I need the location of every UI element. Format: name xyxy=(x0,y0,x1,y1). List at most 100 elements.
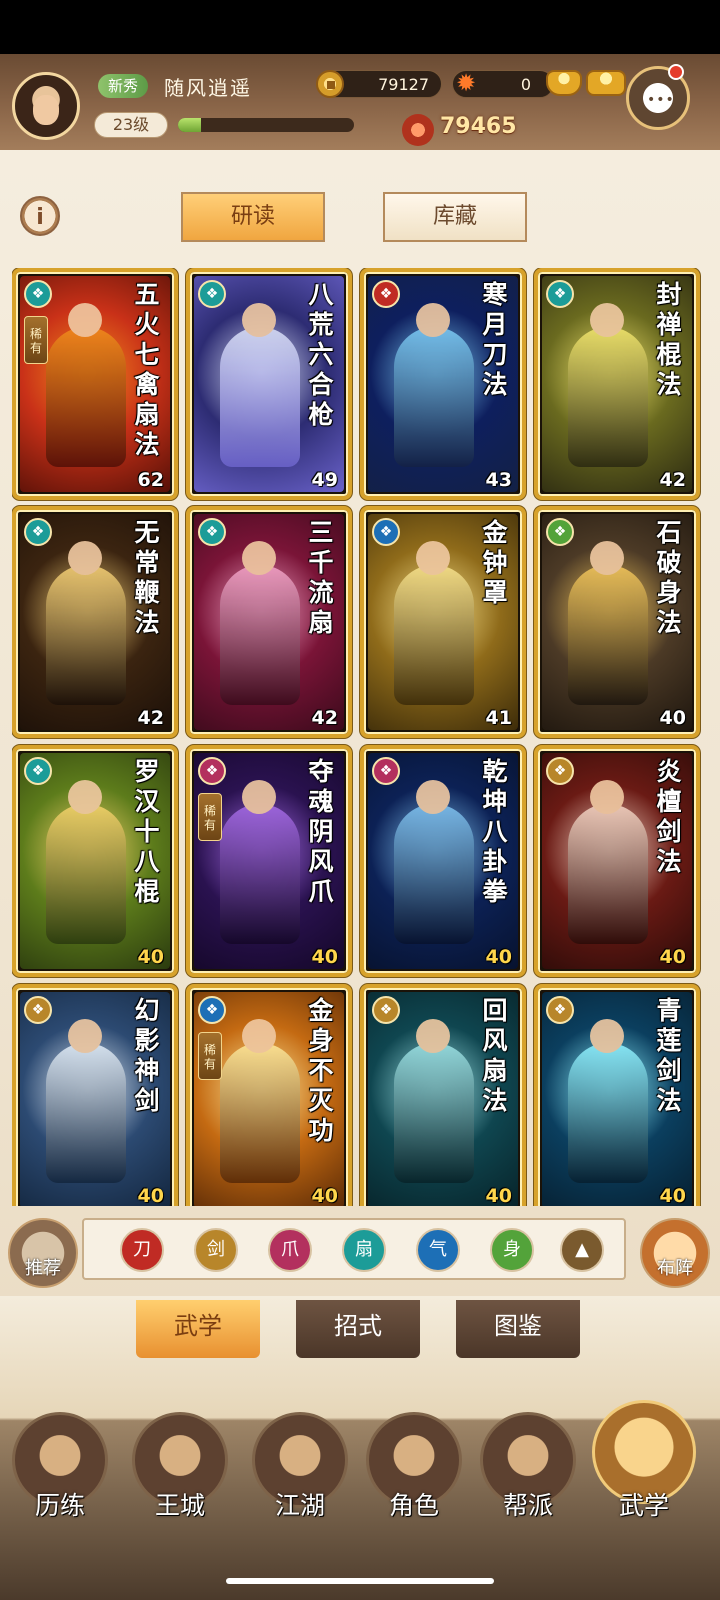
skill-card[interactable]: ❖ 金钟罩 41 xyxy=(360,506,526,738)
skill-card-level: 40 xyxy=(137,946,164,968)
skill-type-icon: ❖ xyxy=(546,518,574,546)
warrior-figure xyxy=(46,541,126,705)
rare-tag: 稀有 xyxy=(24,316,48,364)
chat-bubble-icon: ••• xyxy=(647,92,675,108)
skill-card[interactable]: ❖ 稀有 夺魂阴风爪 40 xyxy=(186,745,352,977)
nav-item-3[interactable]: 角色 xyxy=(362,1400,466,1530)
nav-label: 王城 xyxy=(154,1491,205,1520)
gold-ingot-icon xyxy=(546,70,582,96)
subtab-martial-arts[interactable]: 武学 xyxy=(136,1300,260,1358)
formation-button[interactable]: 布阵 xyxy=(640,1218,710,1288)
skill-card[interactable]: ❖ 炎檀剑法 40 xyxy=(534,745,700,977)
player-avatar[interactable] xyxy=(12,72,80,140)
skill-type-icon: ❖ xyxy=(372,518,400,546)
skill-card-level: 40 xyxy=(485,946,512,968)
skill-card[interactable]: ❖ 幻影神剑 40 xyxy=(12,984,178,1206)
skill-card-title: 寒月刀法 xyxy=(482,280,508,399)
leaf-icon[interactable]: 身 xyxy=(490,1228,534,1272)
nav-label: 角色 xyxy=(388,1491,439,1520)
swirl-icon[interactable]: 气 xyxy=(416,1228,460,1272)
info-button[interactable]: i xyxy=(20,196,60,236)
skill-type-icon: ❖ xyxy=(24,757,52,785)
formation-label: 布阵 xyxy=(657,1258,693,1279)
recommend-button[interactable]: 推荐 xyxy=(8,1218,78,1288)
skill-card-title: 三千流扇 xyxy=(308,518,334,637)
blade-icon[interactable]: 刀 xyxy=(120,1228,164,1272)
flame-gem-icon: ✹ xyxy=(455,69,477,97)
skill-card[interactable]: ❖ 三千流扇 42 xyxy=(186,506,352,738)
claw-icon[interactable]: 爪 xyxy=(268,1228,312,1272)
nav-item-2[interactable]: 江湖 xyxy=(248,1400,352,1530)
warrior-figure xyxy=(394,303,474,467)
skill-card[interactable]: ❖ 石破身法 40 xyxy=(534,506,700,738)
recommend-label: 推荐 xyxy=(25,1258,61,1279)
rare-tag: 稀有 xyxy=(198,1032,222,1080)
skill-card-level: 40 xyxy=(659,1185,686,1206)
coins-value: 79127 xyxy=(378,75,429,94)
player-nickname: 随风逍遥 xyxy=(164,76,252,100)
skill-card-level: 40 xyxy=(311,1185,338,1206)
nav-item-5[interactable]: 武学 xyxy=(592,1400,696,1530)
tab-library[interactable]: 库藏 xyxy=(383,192,527,242)
skill-card-title: 夺魂阴风爪 xyxy=(308,757,334,906)
skill-card[interactable]: ❖ 寒月刀法 43 xyxy=(360,268,526,500)
skill-card-level: 41 xyxy=(485,707,512,729)
skill-card[interactable]: ❖ 无常鞭法 42 xyxy=(12,506,178,738)
status-bar xyxy=(0,0,720,54)
skill-type-icon: ❖ xyxy=(24,280,52,308)
skill-card-level: 40 xyxy=(137,1185,164,1206)
skill-card[interactable]: ❖ 乾坤八卦拳 40 xyxy=(360,745,526,977)
gems-value: 0 xyxy=(520,75,531,94)
skill-type-icon: ❖ xyxy=(24,996,52,1024)
fan-icon[interactable]: 扇 xyxy=(342,1228,386,1272)
nav-item-1[interactable]: 王城 xyxy=(128,1400,232,1530)
warrior-figure xyxy=(394,1019,474,1183)
skill-card-title: 炎檀剑法 xyxy=(656,757,682,876)
skill-card-level: 40 xyxy=(659,946,686,968)
skill-card[interactable]: ❖ 稀有 金身不灭功 40 xyxy=(186,984,352,1206)
xp-fill xyxy=(178,118,201,132)
skill-card[interactable]: ❖ 青莲剑法 40 xyxy=(534,984,700,1206)
rare-tag: 稀有 xyxy=(198,793,222,841)
warrior-figure xyxy=(568,1019,648,1183)
sword-icon[interactable]: 剑 xyxy=(194,1228,238,1272)
avatar-face xyxy=(33,95,59,125)
up-arrow-icon[interactable]: ▲ xyxy=(560,1228,604,1272)
tab-study[interactable]: 研读 xyxy=(181,192,325,242)
skill-card-title: 金身不灭功 xyxy=(308,996,334,1145)
skill-card[interactable]: ❖ 八荒六合枪 49 xyxy=(186,268,352,500)
warrior-figure xyxy=(568,541,648,705)
subtab-moves[interactable]: 招式 xyxy=(296,1300,420,1358)
skill-card-level: 62 xyxy=(137,469,164,491)
skill-card-title: 乾坤八卦拳 xyxy=(482,757,508,906)
subtab-codex[interactable]: 图鉴 xyxy=(456,1300,580,1358)
skill-card-level: 42 xyxy=(137,707,164,729)
skill-card[interactable]: ❖ 封禅棍法 42 xyxy=(534,268,700,500)
skill-card[interactable]: ❖ 稀有 五火七禽扇法 62 xyxy=(12,268,178,500)
warrior-figure xyxy=(46,1019,126,1183)
skill-card-grid: ❖ 稀有 五火七禽扇法 62 ❖ 八荒六合枪 49 ❖ 寒月刀法 43 ❖ 封禅棍法 42 ❖ 无常鞭法 42… xyxy=(12,268,708,1206)
gold-ingot-icon-2 xyxy=(586,70,626,96)
skill-card-title: 无常鞭法 xyxy=(134,518,160,637)
skill-type-icon: ❖ xyxy=(198,280,226,308)
notification-dot xyxy=(668,64,684,80)
nav-label: 武学 xyxy=(618,1491,669,1520)
nav-label: 江湖 xyxy=(274,1491,325,1520)
nav-label: 历练 xyxy=(34,1491,85,1520)
skill-card-level: 49 xyxy=(311,469,338,491)
warrior-figure xyxy=(220,1019,300,1183)
skill-type-icon: ❖ xyxy=(546,757,574,785)
warrior-figure xyxy=(394,541,474,705)
skill-card[interactable]: ❖ 回风扇法 40 xyxy=(360,984,526,1206)
skill-card-title: 金钟罩 xyxy=(482,518,508,607)
skill-card-level: 40 xyxy=(659,707,686,729)
skill-type-icon: ❖ xyxy=(372,280,400,308)
warrior-figure xyxy=(394,780,474,944)
skill-card[interactable]: ❖ 罗汉十八棍 40 xyxy=(12,745,178,977)
skill-type-icon: ❖ xyxy=(198,518,226,546)
skill-type-icon: ❖ xyxy=(24,518,52,546)
skill-card-title: 八荒六合枪 xyxy=(308,280,334,429)
nav-item-0[interactable]: 历练 xyxy=(8,1400,112,1530)
warrior-figure xyxy=(220,780,300,944)
nav-item-4[interactable]: 帮派 xyxy=(476,1400,580,1530)
